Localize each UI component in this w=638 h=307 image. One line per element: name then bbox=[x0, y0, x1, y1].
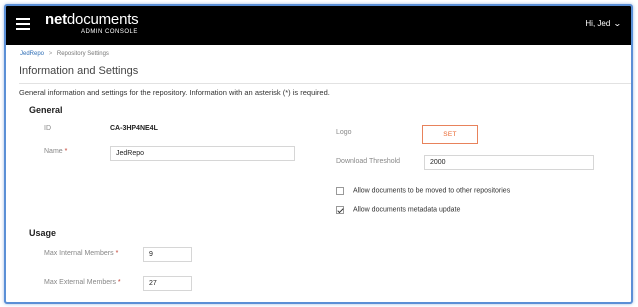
max-internal-input[interactable]: 9 bbox=[143, 247, 192, 262]
divider bbox=[19, 83, 631, 84]
name-label: Name * bbox=[44, 148, 67, 155]
breadcrumb-link-repository[interactable]: JedRepo bbox=[20, 51, 44, 57]
top-navigation-bar: netdocuments ADMIN CONSOLE Hi, Jed ⌄ bbox=[6, 6, 631, 45]
name-input[interactable]: JedRepo bbox=[110, 146, 295, 161]
breadcrumb: JedRepo > Repository Settings bbox=[20, 51, 109, 57]
logo-label: Logo bbox=[336, 129, 352, 136]
allow-move-label: Allow documents to be moved to other rep… bbox=[353, 187, 511, 195]
name-label-text: Name bbox=[44, 148, 63, 155]
brand-name: netdocuments bbox=[45, 11, 139, 28]
required-asterisk: * bbox=[115, 250, 119, 257]
app-window: netdocuments ADMIN CONSOLE Hi, Jed ⌄ JedR… bbox=[4, 4, 633, 304]
page-description: General information and settings for the… bbox=[19, 88, 330, 97]
chevron-down-icon: ⌄ bbox=[613, 19, 623, 28]
section-heading-usage: Usage bbox=[29, 228, 57, 238]
hamburger-menu-icon[interactable] bbox=[16, 18, 30, 32]
max-internal-label: Max Internal Members * bbox=[44, 250, 118, 257]
user-menu[interactable]: Hi, Jed ⌄ bbox=[585, 19, 623, 28]
required-asterisk: * bbox=[64, 148, 68, 155]
user-greeting: Hi, Jed bbox=[585, 19, 611, 28]
max-internal-label-text: Max Internal Members bbox=[44, 250, 114, 257]
allow-move-checkbox[interactable] bbox=[336, 187, 344, 195]
netdocuments-logo: netdocuments ADMIN CONSOLE bbox=[45, 11, 139, 37]
page-title: Information and Settings bbox=[19, 65, 139, 77]
allow-move-option[interactable]: Allow documents to be moved to other rep… bbox=[336, 187, 510, 195]
download-threshold-input[interactable]: 2000 bbox=[424, 155, 594, 170]
id-value: CA-3HP4NE4L bbox=[110, 125, 158, 132]
id-label: ID bbox=[44, 125, 51, 132]
brand-name-net: net bbox=[45, 11, 67, 28]
max-external-input[interactable]: 27 bbox=[143, 276, 192, 291]
breadcrumb-separator: > bbox=[48, 51, 53, 57]
section-heading-general: General bbox=[29, 105, 63, 115]
breadcrumb-current: Repository Settings bbox=[56, 51, 109, 57]
allow-metadata-label: Allow documents metadata update bbox=[353, 206, 461, 214]
allow-metadata-option[interactable]: Allow documents metadata update bbox=[336, 206, 460, 214]
brand-subtitle: ADMIN CONSOLE bbox=[81, 29, 138, 35]
max-external-label-text: Max External Members bbox=[44, 279, 116, 286]
set-logo-button[interactable]: SET bbox=[422, 125, 478, 144]
required-asterisk: * bbox=[117, 279, 121, 286]
max-external-label: Max External Members * bbox=[44, 279, 121, 286]
download-threshold-label: Download Threshold bbox=[336, 158, 401, 165]
allow-metadata-checkbox[interactable] bbox=[336, 206, 344, 214]
brand-name-documents: documents bbox=[66, 11, 139, 28]
